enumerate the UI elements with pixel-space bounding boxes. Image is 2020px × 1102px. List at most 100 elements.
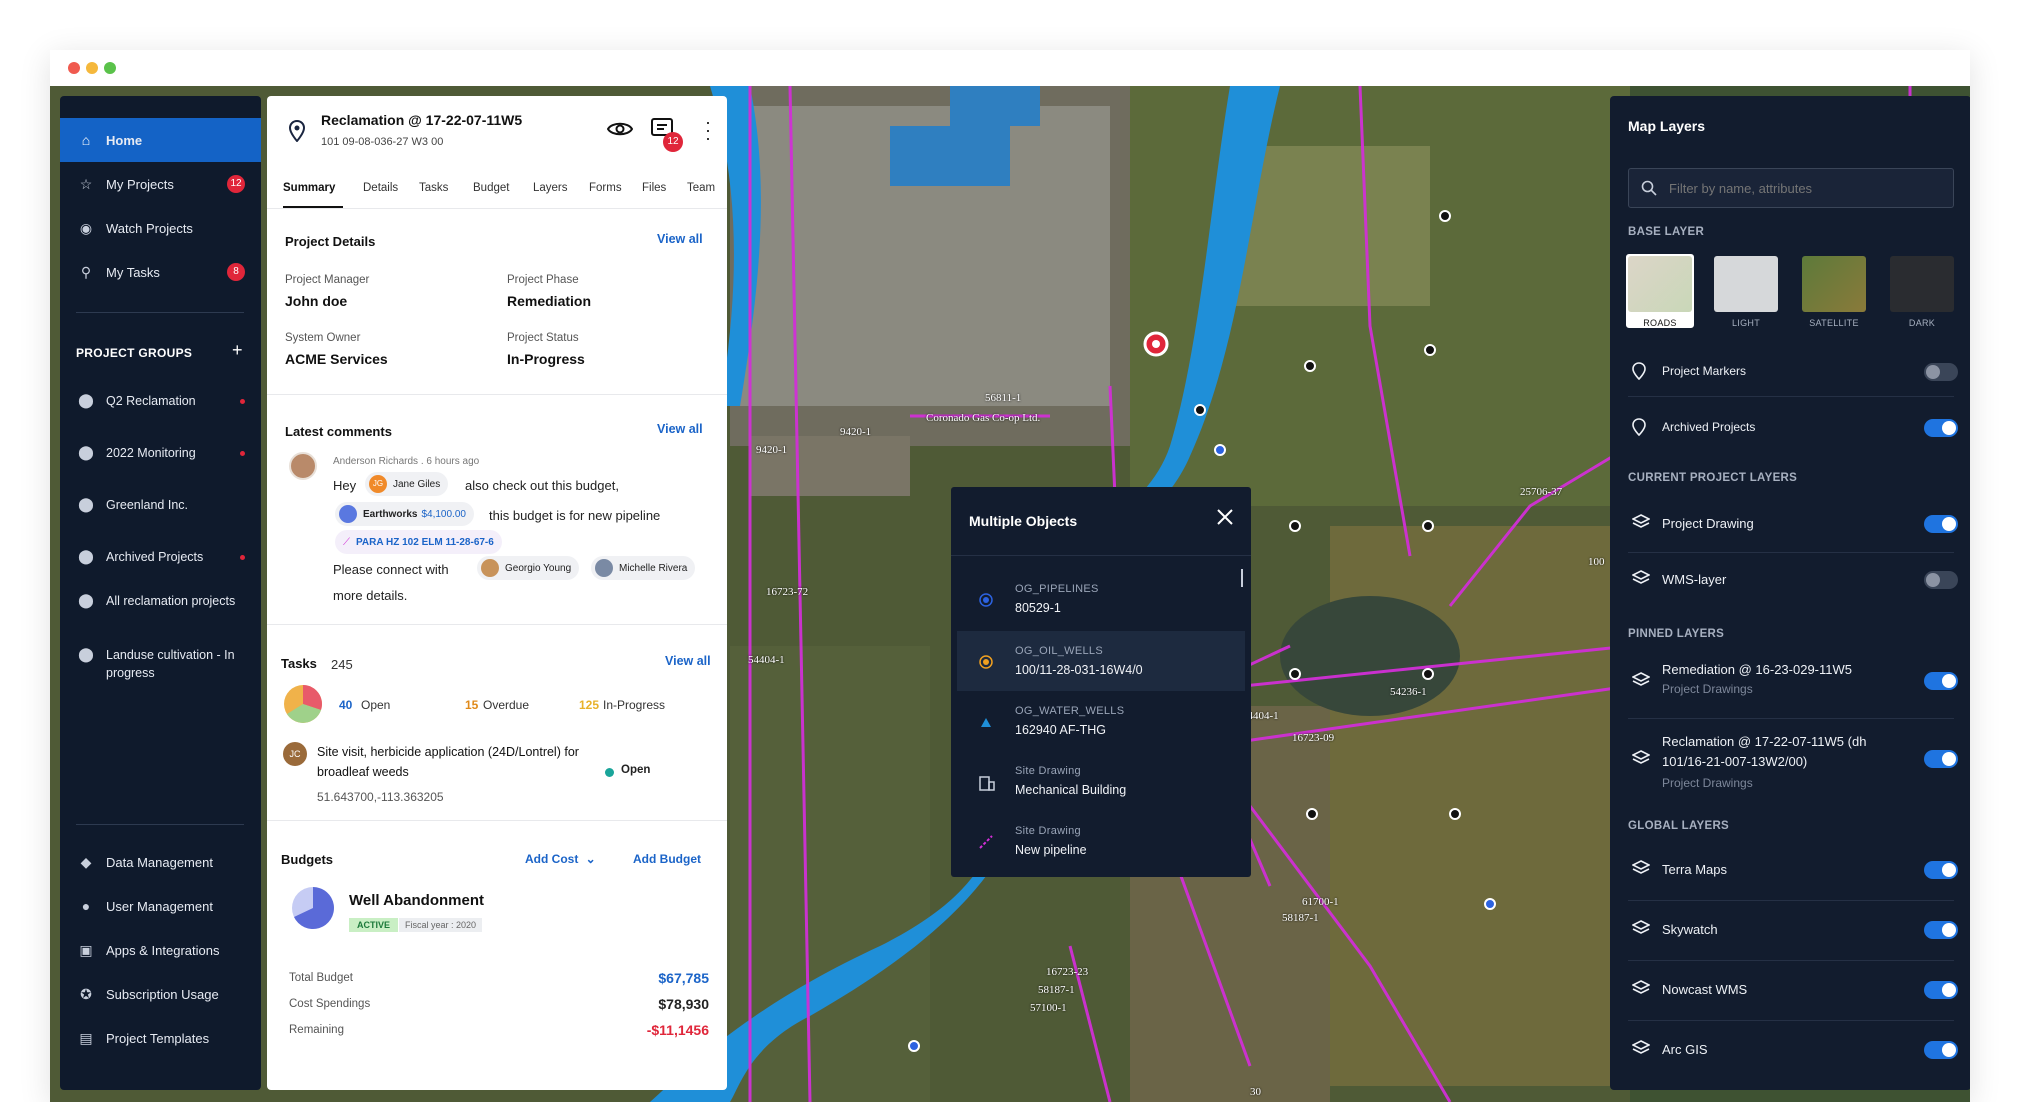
nav-subscription-usage[interactable]: ✪ Subscription Usage	[60, 972, 261, 1016]
layer-toggle[interactable]	[1924, 981, 1958, 999]
satellite-thumbnail[interactable]	[1802, 256, 1866, 312]
building-icon	[979, 775, 995, 791]
group-item[interactable]: ⬤ All reclamation projects	[60, 592, 261, 610]
budget-name[interactable]: Well Abandonment	[349, 892, 484, 909]
add-group-button[interactable]: +	[232, 340, 243, 361]
pipeline-chip[interactable]: ⟋ PARA HZ 102 ELM 11-28-67-6	[335, 530, 502, 554]
tab-summary[interactable]: Summary	[283, 182, 335, 194]
layer-toggle[interactable]	[1924, 750, 1958, 768]
unread-dot	[240, 451, 245, 456]
add-budget-button[interactable]: Add Budget	[633, 852, 701, 866]
mention-chip[interactable]: JG Jane Giles	[365, 472, 449, 496]
more-options-icon[interactable]: · · ·	[705, 113, 711, 147]
comment-text: this budget is for new pipeline	[489, 508, 661, 523]
map-label: 54404-1	[748, 654, 785, 666]
layer-row[interactable]: Remediation @ 16-23-029-11W5 Project Dra…	[1628, 652, 1958, 712]
layer-row[interactable]: Reclamation @ 17-22-07-11W5 (dh 101/16-2…	[1628, 726, 1958, 796]
layer-toggle[interactable]	[1924, 571, 1958, 589]
layers-icon	[1631, 1040, 1651, 1056]
pie-chart-icon	[339, 505, 357, 523]
layer-filter-input[interactable]	[1669, 178, 1939, 198]
window-titlebar	[50, 50, 1970, 86]
mention-avatar	[481, 559, 499, 577]
layer-toggle[interactable]	[1924, 515, 1958, 533]
maximize-dot[interactable]	[104, 62, 116, 74]
tab-tasks[interactable]: Tasks	[419, 182, 448, 194]
layer-row[interactable]: Project Drawing	[1628, 502, 1958, 542]
group-item[interactable]: ⬤ Archived Projects	[60, 548, 261, 566]
tab-forms[interactable]: Forms	[589, 182, 622, 194]
divider	[267, 394, 727, 395]
layer-toggle[interactable]	[1924, 1041, 1958, 1059]
comments-view-all-link[interactable]: View all	[657, 422, 703, 436]
layer-name: Project Drawing	[1662, 516, 1754, 531]
layer-row[interactable]: Nowcast WMS	[1628, 968, 1958, 1008]
layer-row-project-markers[interactable]: Project Markers	[1628, 352, 1958, 392]
tab-team[interactable]: Team	[687, 182, 715, 194]
tab-files[interactable]: Files	[642, 182, 666, 194]
minimize-dot[interactable]	[86, 62, 98, 74]
group-item[interactable]: ⬤ Greenland Inc.	[60, 496, 261, 514]
layer-toggle[interactable]	[1924, 672, 1958, 690]
popup-title: Multiple Objects	[969, 513, 1078, 529]
unread-dot	[240, 555, 245, 560]
popup-object-item[interactable]: OG_WATER_WELLS 162940 AF-THG	[957, 691, 1245, 751]
popup-object-item[interactable]: OG_PIPELINES 80529-1	[957, 569, 1245, 629]
add-cost-button[interactable]: Add Cost ⌄	[525, 852, 596, 866]
layer-name: WMS-layer	[1662, 572, 1727, 587]
layer-toggle[interactable]	[1924, 861, 1958, 879]
nav-watch-projects[interactable]: ◉ Watch Projects	[60, 206, 261, 250]
archived-projects-toggle[interactable]	[1924, 419, 1958, 437]
eye-icon[interactable]	[606, 120, 634, 143]
mention-chip[interactable]: Michelle Rivera	[591, 556, 696, 580]
layer-row[interactable]: WMS-layer	[1628, 558, 1958, 598]
nav-home[interactable]: ⌂ Home	[60, 118, 261, 162]
group-item[interactable]: ⬤ Landuse cultivation - In progress	[60, 646, 261, 682]
close-dot[interactable]	[68, 62, 80, 74]
map-label: 16723-23	[1046, 966, 1089, 978]
nav-my-tasks[interactable]: ⚲ My Tasks 8	[60, 250, 261, 294]
group-label: Q2 Reclamation	[106, 394, 196, 408]
layer-toggle[interactable]	[1924, 921, 1958, 939]
nav-apps-integrations[interactable]: ▣ Apps & Integrations	[60, 928, 261, 972]
popup-object-item[interactable]: Site Drawing New pipeline	[957, 811, 1245, 871]
layer-filter-field[interactable]	[1628, 168, 1954, 208]
task-title[interactable]: Site visit, herbicide application (24D/L…	[317, 742, 607, 782]
budget-chip[interactable]: Earthworks $4,100.00	[335, 502, 474, 526]
tasks-view-all-link[interactable]: View all	[665, 654, 711, 668]
nav-user-management[interactable]: ● User Management	[60, 884, 261, 928]
mention-avatar	[595, 559, 613, 577]
nav-data-management[interactable]: ◆ Data Management	[60, 840, 261, 884]
group-item[interactable]: ⬤ 2022 Monitoring	[60, 444, 261, 462]
location-pin-icon: ⬤	[78, 592, 94, 608]
project-markers-toggle[interactable]	[1924, 363, 1958, 381]
map-label: 16723-09	[1292, 732, 1335, 744]
user-task-icon: ⚲	[80, 264, 92, 280]
comments-heading: Latest comments	[285, 424, 392, 439]
inprogress-count: 125	[579, 698, 600, 712]
comment-text: also check out this budget,	[465, 478, 619, 493]
tab-details[interactable]: Details	[363, 182, 398, 194]
total-budget-value: $67,785	[658, 970, 709, 986]
layer-row-archived-projects[interactable]: Archived Projects	[1628, 408, 1958, 448]
pipeline-line-icon	[979, 835, 993, 849]
mention-chip[interactable]: Georgio Young	[477, 556, 580, 580]
layer-row[interactable]: Arc GIS	[1628, 1028, 1958, 1068]
nav-my-projects[interactable]: ☆ My Projects 12	[60, 162, 261, 206]
layer-row[interactable]: Terra Maps	[1628, 848, 1958, 888]
popup-object-item[interactable]: Site Drawing Mechanical Building	[957, 751, 1245, 811]
tab-budget[interactable]: Budget	[473, 182, 509, 194]
nav-project-templates[interactable]: ▤ Project Templates	[60, 1016, 261, 1060]
budget-pie-icon	[291, 886, 335, 935]
layer-row[interactable]: Skywatch	[1628, 908, 1958, 948]
tab-layers[interactable]: Layers	[533, 182, 568, 194]
comment-hey: Hey	[333, 478, 357, 493]
details-view-all-link[interactable]: View all	[657, 232, 703, 246]
dark-thumbnail[interactable]	[1890, 256, 1954, 312]
popup-object-item[interactable]: OG_OIL_WELLS 100/11-28-031-16W4/0	[957, 631, 1245, 691]
close-icon[interactable]	[1215, 507, 1235, 532]
roads-thumbnail	[1628, 256, 1692, 312]
light-thumbnail[interactable]	[1714, 256, 1778, 312]
project-details-heading: Project Details	[285, 234, 376, 249]
group-item[interactable]: ⬤ Q2 Reclamation	[60, 392, 261, 410]
